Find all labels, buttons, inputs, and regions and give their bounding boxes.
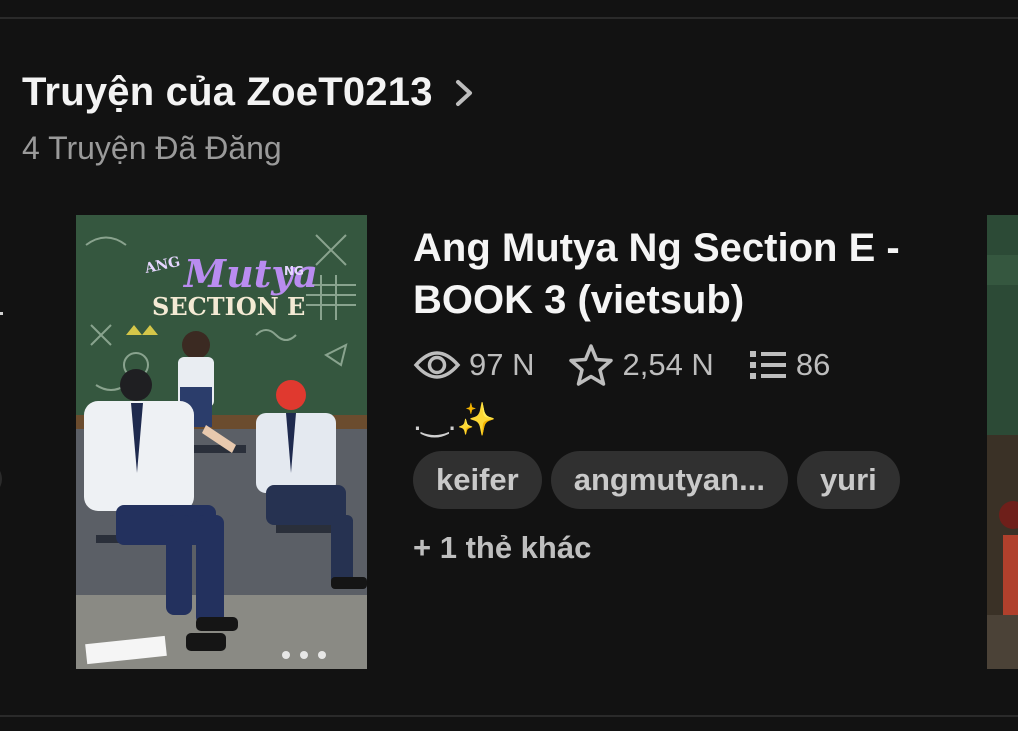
reads-count: 97 N xyxy=(469,347,535,382)
tag-list: keifer angmutyan... yuri xyxy=(413,451,909,509)
star-icon xyxy=(569,344,614,386)
cover-section-text: SECTION E xyxy=(152,292,305,321)
tag-angmutyan[interactable]: angmutyan... xyxy=(550,451,788,509)
story-description: .‿.✨ xyxy=(413,401,497,437)
top-divider xyxy=(0,17,1018,19)
tag-keifer[interactable]: keifer xyxy=(413,451,542,509)
story-title[interactable]: Ang Mutya Ng Section E - BOOK 3 (vietsub… xyxy=(413,222,973,326)
list-icon xyxy=(749,351,786,379)
previous-item-edge xyxy=(0,312,3,315)
parts-count: 86 xyxy=(795,347,831,382)
tag-yuri[interactable]: yuri xyxy=(796,451,900,509)
section-title: Truyện của ZoeT0213 xyxy=(22,70,433,114)
reads-stat: 97 N xyxy=(413,347,534,383)
story-section: Truyện của ZoeT0213 4 Truyện Đã Đăng ANG… xyxy=(0,0,1018,731)
votes-stat: 2,54 N xyxy=(568,343,714,387)
story-cover[interactable]: ANG Mutya NG SECTION E xyxy=(76,215,367,669)
chevron-right-icon xyxy=(455,79,472,106)
eye-icon xyxy=(413,351,461,379)
next-story-cover[interactable] xyxy=(987,215,1018,669)
story-count: 4 Truyện Đã Đăng xyxy=(22,130,282,166)
next-cover-art xyxy=(987,215,1018,669)
votes-count: 2,54 N xyxy=(622,347,714,382)
cover-art: ANG Mutya NG SECTION E xyxy=(76,215,367,669)
story-stats: 97 N 2,54 N 86 xyxy=(413,343,830,387)
more-tags-link[interactable]: + 1 thẻ khác xyxy=(413,530,591,566)
bottom-divider xyxy=(0,715,1018,717)
section-header-link[interactable]: Truyện của ZoeT0213 xyxy=(22,70,477,115)
cover-ng-text: NG xyxy=(284,264,304,278)
scroll-previous-button[interactable] xyxy=(0,462,2,496)
parts-stat: 86 xyxy=(748,347,830,383)
